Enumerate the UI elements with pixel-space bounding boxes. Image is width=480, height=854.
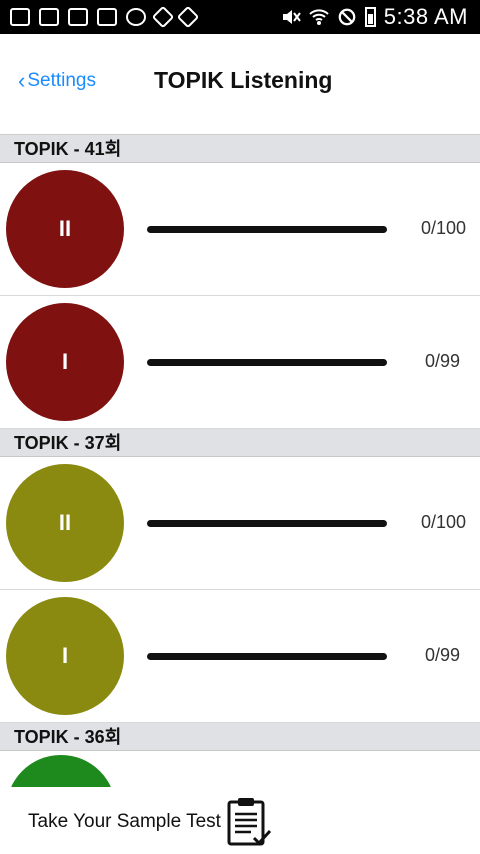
page-title: TOPIK Listening — [154, 67, 333, 93]
sample-test-label[interactable]: Take Your Sample Test — [28, 811, 221, 833]
progress-count: 0/99 — [424, 351, 460, 371]
play-button[interactable]: II — [6, 464, 124, 582]
progress-bar — [147, 359, 387, 366]
app-icon — [151, 5, 175, 29]
chevron-left-icon: ‹ — [18, 68, 26, 93]
list-item[interactable]: I 0/99 — [0, 296, 480, 429]
bottom-bar[interactable]: Take Your Sample Test — [0, 787, 480, 854]
progress-bar — [147, 226, 387, 233]
notification-icons — [10, 5, 200, 29]
back-button-label: Settings — [27, 70, 96, 91]
play-button[interactable]: I — [6, 597, 124, 715]
list-item[interactable]: II 0/100 — [0, 457, 480, 590]
clock: 5:38 AM — [383, 4, 468, 29]
progress-count: 0/100 — [420, 218, 466, 238]
download-icon — [39, 8, 59, 26]
do-not-disturb-icon — [338, 8, 356, 26]
battery-icon — [364, 7, 376, 27]
list-item[interactable] — [0, 751, 480, 791]
mail-icon — [68, 8, 88, 26]
section-header: TOPIK - 41회 — [0, 135, 480, 163]
app-icon-2 — [176, 5, 200, 29]
test-list: TOPIK - 41회 II 0/100 I 0/99 TOPIK - 37회 … — [0, 135, 480, 791]
section-header: TOPIK - 37회 — [0, 429, 480, 457]
play-button[interactable] — [6, 755, 116, 791]
play-button[interactable]: I — [6, 303, 124, 421]
list-item[interactable]: II 0/100 — [0, 163, 480, 296]
progress-count: 0/100 — [420, 512, 466, 532]
progress-bar — [147, 520, 387, 527]
navigation-bar: ‹ Settings TOPIK Listening — [0, 34, 480, 135]
progress-count: 0/99 — [424, 645, 460, 665]
list-item[interactable]: I 0/99 — [0, 590, 480, 723]
play-button[interactable]: II — [6, 170, 124, 288]
clipboard-checklist-icon[interactable] — [226, 796, 274, 848]
phone-icon — [97, 8, 117, 26]
wifi-icon — [309, 9, 329, 25]
sync-icon — [126, 8, 146, 26]
message-icon — [10, 8, 30, 26]
system-icons: 5:38 AM — [281, 4, 468, 30]
section-header: TOPIK - 36회 — [0, 723, 480, 751]
mute-icon — [282, 10, 301, 24]
back-button[interactable]: ‹ Settings — [18, 70, 96, 92]
progress-bar — [147, 653, 387, 660]
status-bar: 5:38 AM — [0, 0, 480, 34]
